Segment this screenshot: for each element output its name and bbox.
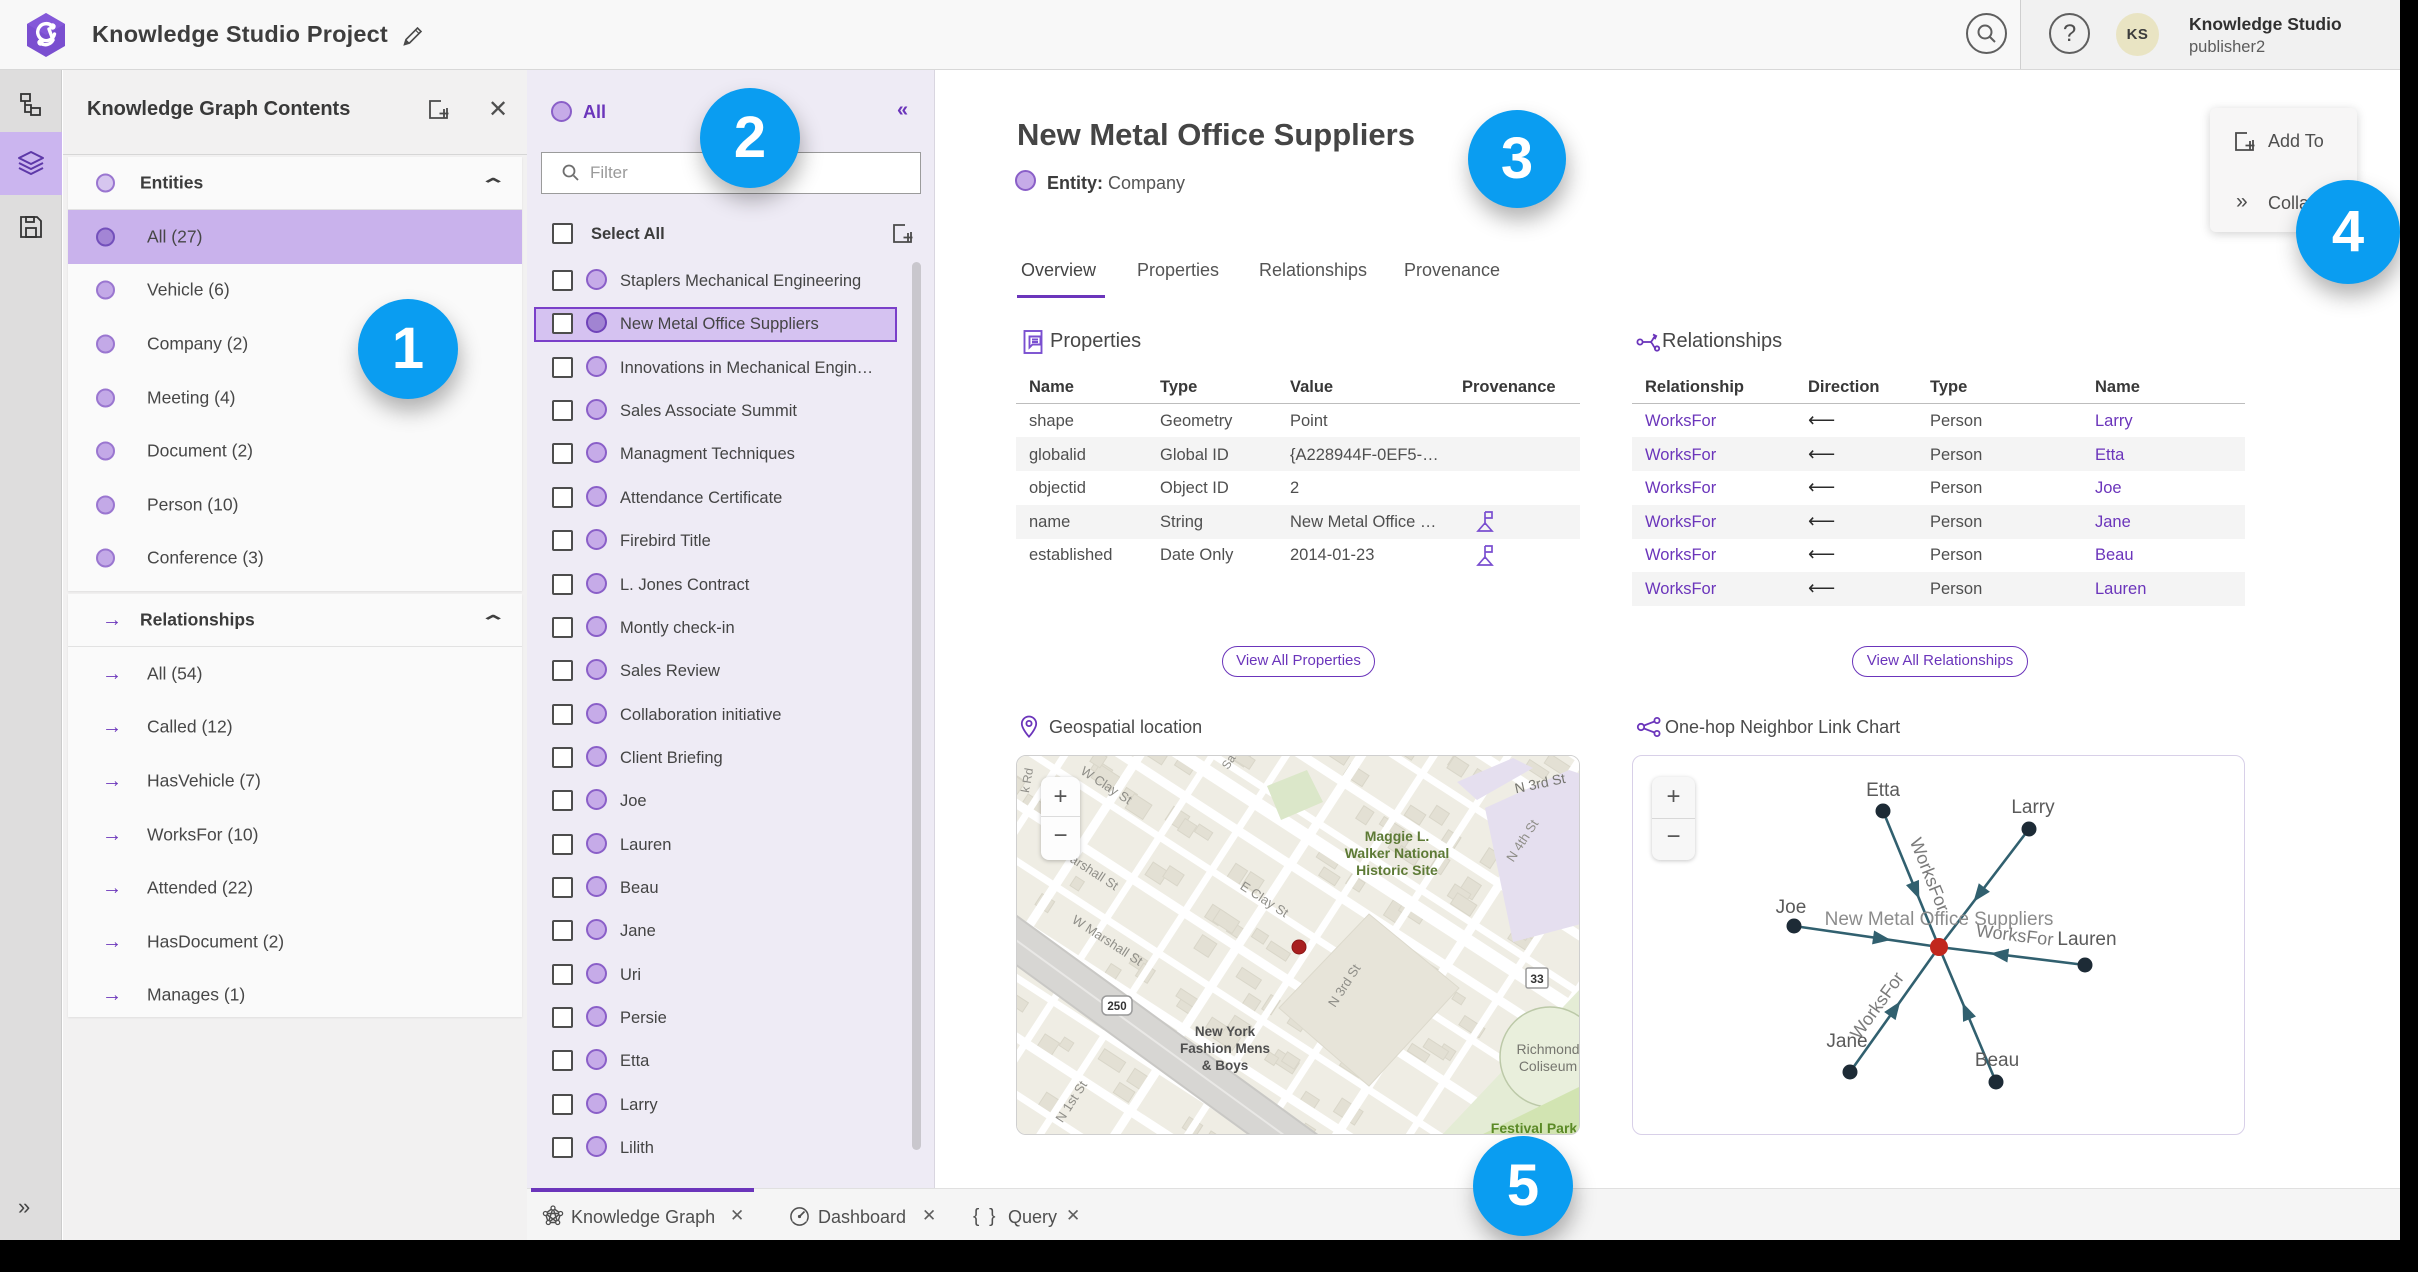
svg-text:33: 33: [1530, 972, 1544, 986]
svg-text:Beau: Beau: [1975, 1050, 2019, 1071]
svg-text:Etta: Etta: [1866, 780, 1900, 801]
svg-text:250: 250: [1107, 1001, 1126, 1013]
svg-text:Joe: Joe: [1776, 897, 1807, 918]
svg-text:Festival Park: Festival Park: [1491, 1120, 1578, 1135]
svg-text:Jane: Jane: [1826, 1031, 1867, 1052]
svg-text:Lauren: Lauren: [2057, 929, 2116, 950]
svg-text:Larry: Larry: [2011, 797, 2055, 818]
svg-text:WorksFor: WorksFor: [1906, 835, 1954, 915]
svg-text:RichmondColiseum: Richmond Coliseum: [1516, 1041, 1579, 1074]
svg-text:New Metal Office Suppliers: New Metal Office Suppliers: [1825, 909, 2054, 930]
